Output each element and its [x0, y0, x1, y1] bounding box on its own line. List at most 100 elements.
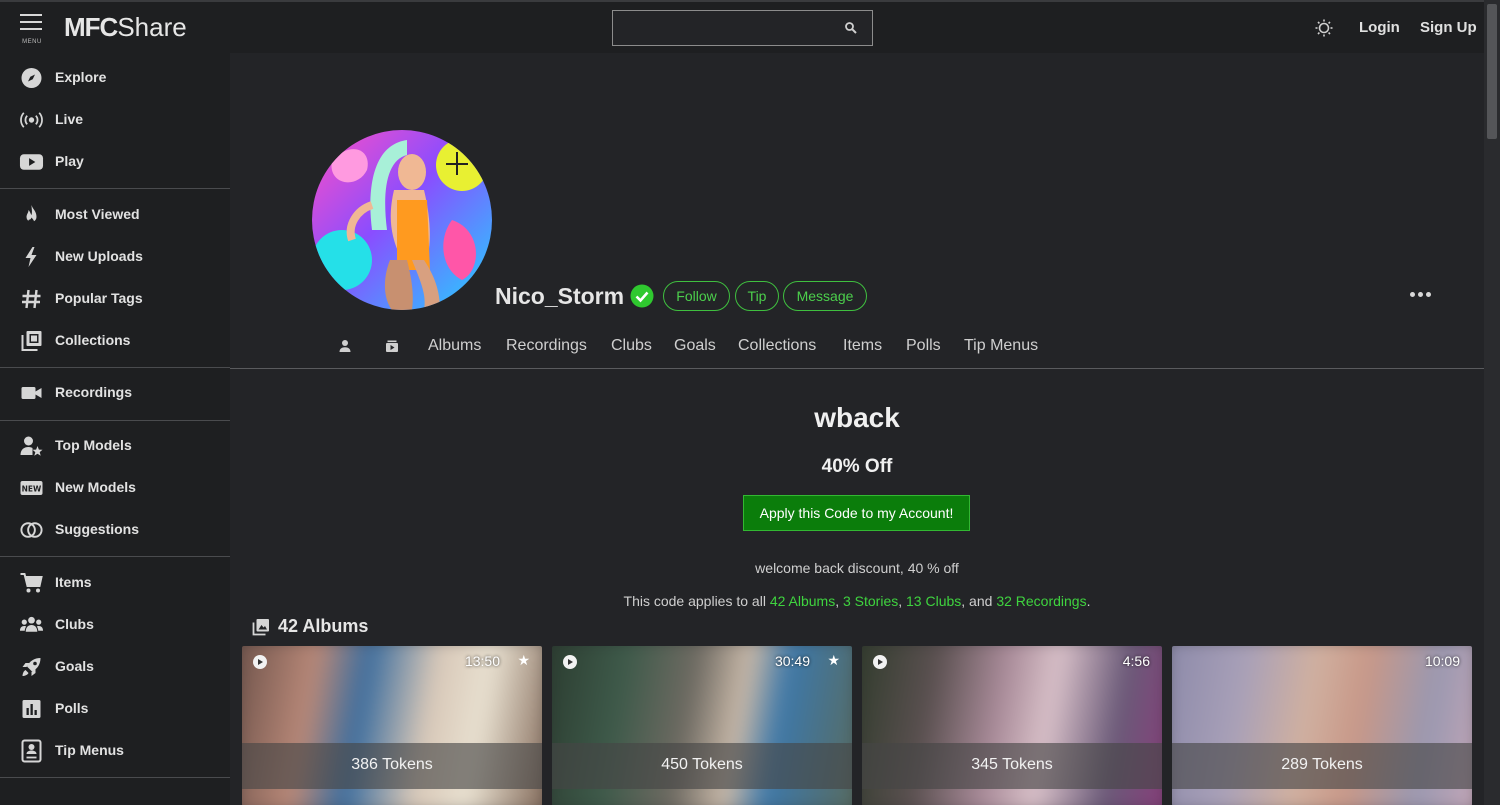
menu-icon-bar — [20, 21, 42, 23]
sidebar-item-label: Popular Tags — [55, 290, 143, 306]
search-input[interactable] — [613, 11, 833, 45]
sidebar-item-label: New Models — [55, 479, 136, 495]
theme-toggle-icon[interactable] — [1314, 18, 1334, 38]
sidebar-item-popular-tags[interactable]: Popular Tags — [0, 279, 230, 319]
menu-label: MENU — [22, 39, 42, 45]
album-card[interactable]: 4:56 345 Tokens — [862, 646, 1162, 805]
sidebar-item-label: Top Models — [55, 437, 132, 453]
profile-person-icon[interactable] — [337, 338, 353, 354]
sidebar-divider — [0, 556, 230, 557]
tab-collections[interactable]: Collections — [738, 337, 816, 355]
sidebar-item-label: Items — [55, 574, 92, 590]
album-duration: 10:09 — [1424, 653, 1460, 669]
user-star-icon — [20, 436, 43, 456]
sidebar-item-items[interactable]: Items — [0, 563, 230, 603]
sidebar-item-label: Polls — [55, 700, 89, 716]
stories-link[interactable]: 3 Stories — [843, 593, 898, 609]
lightning-icon — [25, 247, 37, 267]
search-icon[interactable] — [844, 21, 858, 35]
play-badge-icon — [253, 655, 267, 669]
album-card[interactable]: 13:50 ★ 386 Tokens — [242, 646, 542, 805]
sidebar-item-new-models[interactable]: NEW New Models — [0, 468, 230, 508]
signup-link[interactable]: Sign Up — [1420, 19, 1477, 36]
site-logo[interactable]: MFCShare — [64, 12, 187, 43]
tab-clubs[interactable]: Clubs — [611, 337, 652, 355]
star-icon: ★ — [517, 652, 530, 668]
poll-icon — [22, 700, 41, 718]
sidebar-item-new-uploads[interactable]: New Uploads — [0, 237, 230, 277]
rings-icon — [20, 522, 43, 538]
sidebar-item-suggestions[interactable]: Suggestions — [0, 510, 230, 550]
message-button[interactable]: Message — [783, 281, 867, 311]
sidebar-divider — [0, 367, 230, 368]
play-badge-icon — [873, 655, 887, 669]
album-card[interactable]: 10:09 289 Tokens — [1172, 646, 1472, 805]
sidebar: Explore Live Play Most Viewed New Upload… — [0, 53, 230, 805]
clubs-link[interactable]: 13 Clubs — [906, 593, 961, 609]
tab-polls[interactable]: Polls — [906, 337, 941, 355]
album-duration: 4:56 — [1122, 653, 1150, 669]
compass-icon — [21, 68, 42, 88]
tab-albums[interactable]: Albums — [428, 337, 481, 355]
tab-items[interactable]: Items — [843, 337, 882, 355]
promo-discount: 40% Off — [821, 456, 893, 477]
album-card[interactable]: 30:49 ★ 450 Tokens — [552, 646, 852, 805]
album-price: 345 Tokens — [971, 756, 1053, 773]
promo-code: wback — [814, 402, 900, 433]
sidebar-item-collections[interactable]: Collections — [0, 321, 230, 361]
sidebar-divider — [0, 420, 230, 421]
more-options-icon[interactable] — [1408, 290, 1434, 300]
sidebar-item-label: Explore — [55, 69, 107, 85]
sidebar-item-recordings[interactable]: Recordings — [0, 373, 230, 413]
login-link[interactable]: Login — [1359, 19, 1400, 36]
sidebar-divider — [0, 188, 230, 189]
sidebar-item-explore[interactable]: Explore — [0, 58, 230, 98]
sidebar-item-polls[interactable]: Polls — [0, 689, 230, 729]
profile-username: Nico_Storm — [495, 283, 625, 309]
menu-button[interactable]: MENU — [16, 12, 48, 48]
sidebar-item-play[interactable]: Play — [0, 142, 230, 182]
recordings-link[interactable]: 32 Recordings — [996, 593, 1086, 609]
apply-code-button[interactable]: Apply this Code to my Account! — [743, 495, 970, 531]
verified-icon — [630, 284, 654, 308]
stories-icon[interactable] — [384, 338, 400, 354]
sidebar-divider — [0, 777, 230, 778]
play-icon — [19, 154, 44, 170]
scrollbar-thumb[interactable] — [1487, 4, 1497, 139]
album-price: 289 Tokens — [1281, 756, 1363, 773]
albums-link[interactable]: 42 Albums — [770, 593, 835, 609]
applies-prefix: This code applies to all — [623, 593, 766, 609]
top-bar: MENU MFCShare Login Sign Up — [0, 0, 1484, 53]
menu-icon-bar — [20, 28, 42, 30]
sidebar-item-label: Most Viewed — [55, 206, 140, 222]
and-text: , and — [961, 593, 993, 609]
sidebar-item-top-models[interactable]: Top Models — [0, 426, 230, 466]
collections-icon — [21, 331, 42, 351]
tab-recordings[interactable]: Recordings — [506, 337, 587, 355]
sidebar-item-label: Recordings — [55, 384, 133, 400]
follow-button[interactable]: Follow — [663, 281, 730, 311]
tab-goals[interactable]: Goals — [674, 337, 716, 355]
svg-text:NEW: NEW — [22, 485, 42, 494]
sidebar-item-goals[interactable]: Goals — [0, 647, 230, 687]
broadcast-icon — [20, 112, 43, 128]
sidebar-item-most-viewed[interactable]: Most Viewed — [0, 195, 230, 235]
albums-count-heading: 42 Albums — [278, 616, 369, 636]
flame-icon — [26, 205, 37, 225]
sidebar-item-label: Suggestions — [55, 521, 140, 537]
rocket-icon — [22, 658, 41, 676]
sidebar-item-clubs[interactable]: Clubs — [0, 605, 230, 645]
profile-avatar[interactable] — [312, 130, 492, 310]
tab-tip-menus[interactable]: Tip Menus — [964, 337, 1038, 355]
albums-icon — [252, 619, 269, 636]
separator-comma: , — [835, 593, 840, 609]
sidebar-item-tip-menus[interactable]: Tip Menus — [0, 731, 230, 771]
tip-button[interactable]: Tip — [735, 281, 779, 311]
page-scrollbar[interactable] — [1484, 0, 1500, 805]
sidebar-item-label: Collections — [55, 332, 131, 348]
group-icon — [19, 616, 44, 632]
hashtag-icon — [22, 289, 41, 309]
sidebar-item-live[interactable]: Live — [0, 100, 230, 140]
sidebar-item-label: Live — [55, 111, 84, 127]
tip-menu-icon — [21, 739, 42, 763]
